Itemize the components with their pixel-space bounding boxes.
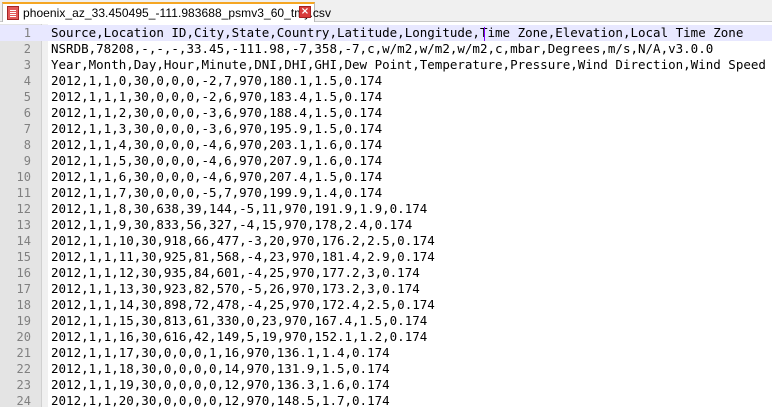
line-text[interactable]: 2012,1,1,15,30,813,61,330,0,23,970,167.4…	[51, 313, 427, 329]
editor-line[interactable]: 13 2012,1,1,9,30,833,56,327,-4,15,970,178…	[0, 217, 772, 233]
line-text[interactable]: 2012,1,1,1,30,0,0,0,-2,6,970,183.4,1.5,0…	[51, 89, 382, 105]
line-number: 14	[16, 234, 31, 248]
line-number: 16	[16, 266, 31, 280]
line-text[interactable]: Year,Month,Day,Hour,Minute,DNI,DHI,GHI,D…	[51, 57, 766, 73]
editor-line[interactable]: 22 2012,1,1,18,30,0,0,0,0,14,970,131.9,1.…	[0, 361, 772, 377]
editor-area[interactable]: 1 Source,Location ID,City,State,Country,L…	[0, 24, 772, 407]
editor-line[interactable]: 11 2012,1,1,7,30,0,0,0,-5,7,970,199.9,1.4…	[0, 185, 772, 201]
editor-line[interactable]: 9 2012,1,1,5,30,0,0,0,-4,6,970,207.9,1.6,…	[0, 153, 772, 169]
editor-line[interactable]: 12 2012,1,1,8,30,638,39,144,-5,11,970,191…	[0, 201, 772, 217]
line-text[interactable]: 2012,1,1,10,30,918,66,477,-3,20,970,176.…	[51, 233, 435, 249]
line-number: 7	[23, 122, 31, 136]
tab-bar: phoenix_az_33.450495_-111.983688_psmv3_6…	[0, 0, 772, 22]
line-text[interactable]: 2012,1,1,7,30,0,0,0,-5,7,970,199.9,1.4,0…	[51, 185, 382, 201]
editor-line[interactable]: 24 2012,1,1,20,30,0,0,0,0,12,970,148.5,1.…	[0, 393, 772, 407]
line-number: 20	[16, 330, 31, 344]
editor-line[interactable]: 14 2012,1,1,10,30,918,66,477,-3,20,970,17…	[0, 233, 772, 249]
editor-line[interactable]: 15 2012,1,1,11,30,925,81,568,-4,23,970,18…	[0, 249, 772, 265]
line-text[interactable]: 2012,1,1,6,30,0,0,0,-4,6,970,207.4,1.5,0…	[51, 169, 382, 185]
editor-line[interactable]: 2 NSRDB,78208,-,-,-,33.45,-111.98,-7,358,…	[0, 41, 772, 57]
line-text[interactable]: 2012,1,1,9,30,833,56,327,-4,15,970,178,2…	[51, 217, 412, 233]
line-number: 13	[16, 218, 31, 232]
line-text[interactable]: 2012,1,1,3,30,0,0,0,-3,6,970,195.9,1.5,0…	[51, 121, 382, 137]
editor-line[interactable]: 18 2012,1,1,14,30,898,72,478,-4,25,970,17…	[0, 297, 772, 313]
editor-line[interactable]: 16 2012,1,1,12,30,935,84,601,-4,25,970,17…	[0, 265, 772, 281]
editor-line[interactable]: 1 Source,Location ID,City,State,Country,L…	[0, 25, 772, 41]
line-text[interactable]: 2012,1,1,19,30,0,0,0,0,12,970,136.3,1.6,…	[51, 377, 390, 393]
editor-line[interactable]: 19 2012,1,1,15,30,813,61,330,0,23,970,167…	[0, 313, 772, 329]
editor-line[interactable]: 10 2012,1,1,6,30,0,0,0,-4,6,970,207.4,1.5…	[0, 169, 772, 185]
line-number: 21	[16, 346, 31, 360]
line-text[interactable]: 2012,1,1,16,30,616,42,149,5,19,970,152.1…	[51, 329, 427, 345]
line-number: 24	[16, 394, 31, 407]
line-text[interactable]: 2012,1,1,11,30,925,81,568,-4,23,970,181.…	[51, 249, 435, 265]
line-number: 5	[23, 90, 31, 104]
line-text[interactable]: 2012,1,1,18,30,0,0,0,0,14,970,131.9,1.5,…	[51, 361, 390, 377]
tab-title: phoenix_az_33.450495_-111.983688_psmv3_6…	[23, 6, 332, 20]
line-number: 15	[16, 250, 31, 264]
line-text[interactable]: 2012,1,1,4,30,0,0,0,-4,6,970,203.1,1.6,0…	[51, 137, 382, 153]
line-text[interactable]: 2012,1,1,5,30,0,0,0,-4,6,970,207.9,1.6,0…	[51, 153, 382, 169]
line-text[interactable]: 2012,1,1,2,30,0,0,0,-3,6,970,188.4,1.5,0…	[51, 105, 382, 121]
line-number: 17	[16, 282, 31, 296]
line-number: 18	[16, 298, 31, 312]
editor-line[interactable]: 8 2012,1,1,4,30,0,0,0,-4,6,970,203.1,1.6,…	[0, 137, 772, 153]
line-text[interactable]: 2012,1,1,20,30,0,0,0,0,12,970,148.5,1.7,…	[51, 393, 390, 407]
editor-line[interactable]: 23 2012,1,1,19,30,0,0,0,0,12,970,136.3,1.…	[0, 377, 772, 393]
text-caret	[484, 27, 485, 41]
line-number: 11	[16, 186, 31, 200]
line-text[interactable]: 2012,1,1,14,30,898,72,478,-4,25,970,172.…	[51, 297, 435, 313]
line-number: 22	[16, 362, 31, 376]
line-number: 6	[23, 106, 31, 120]
editor-line[interactable]: 20 2012,1,1,16,30,616,42,149,5,19,970,152…	[0, 329, 772, 345]
editor-line[interactable]: 3 Year,Month,Day,Hour,Minute,DNI,DHI,GHI,…	[0, 57, 772, 73]
line-number: 4	[23, 74, 31, 88]
line-number: 8	[23, 138, 31, 152]
line-number: 9	[23, 154, 31, 168]
line-text[interactable]: NSRDB,78208,-,-,-,33.45,-111.98,-7,358,-…	[51, 41, 713, 57]
editor-line[interactable]: 6 2012,1,1,2,30,0,0,0,-3,6,970,188.4,1.5,…	[0, 105, 772, 121]
editor-line[interactable]: 17 2012,1,1,13,30,923,82,570,-5,26,970,17…	[0, 281, 772, 297]
line-text[interactable]: 2012,1,1,12,30,935,84,601,-4,25,970,177.…	[51, 265, 420, 281]
line-text[interactable]: Source,Location ID,City,State,Country,La…	[51, 25, 743, 41]
editor-line[interactable]: 7 2012,1,1,3,30,0,0,0,-3,6,970,195.9,1.5,…	[0, 121, 772, 137]
close-icon[interactable]: ×	[299, 6, 311, 18]
editor-line[interactable]: 4 2012,1,1,0,30,0,0,0,-2,7,970,180.1,1.5,…	[0, 73, 772, 89]
line-number: 10	[16, 170, 31, 184]
editor-line[interactable]: 5 2012,1,1,1,30,0,0,0,-2,6,970,183.4,1.5,…	[0, 89, 772, 105]
line-text[interactable]: 2012,1,1,13,30,923,82,570,-5,26,970,173.…	[51, 281, 420, 297]
line-number: 23	[16, 378, 31, 392]
editor-line[interactable]: 21 2012,1,1,17,30,0,0,0,1,16,970,136.1,1.…	[0, 345, 772, 361]
file-icon	[7, 6, 19, 20]
line-text[interactable]: 2012,1,1,8,30,638,39,144,-5,11,970,191.9…	[51, 201, 427, 217]
line-number: 2	[23, 42, 31, 56]
line-text[interactable]: 2012,1,1,0,30,0,0,0,-2,7,970,180.1,1.5,0…	[51, 73, 382, 89]
line-number: 3	[23, 58, 31, 72]
line-text[interactable]: 2012,1,1,17,30,0,0,0,1,16,970,136.1,1.4,…	[51, 345, 390, 361]
line-number: 1	[23, 26, 31, 40]
tab-file[interactable]: phoenix_az_33.450495_-111.983688_psmv3_6…	[2, 2, 331, 22]
line-number: 19	[16, 314, 31, 328]
line-number: 12	[16, 202, 31, 216]
